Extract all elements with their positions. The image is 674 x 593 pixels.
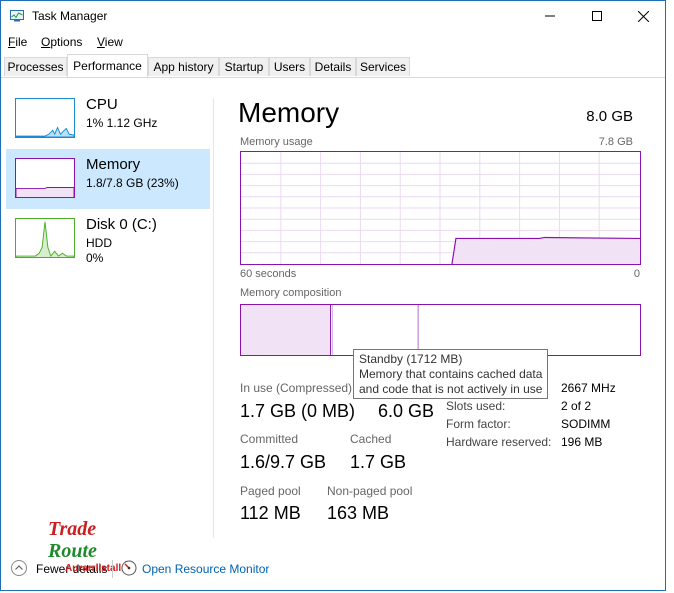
tab-details[interactable]: Details: [310, 57, 356, 76]
tab-services[interactable]: Services: [356, 57, 410, 76]
maximize-icon: [592, 11, 602, 21]
sidebar-item-title: Memory: [86, 156, 141, 173]
sidebar-item-subtitle: HDD: [86, 236, 112, 250]
task-manager-window: Task Manager File Options View Processes…: [0, 0, 666, 591]
trade-route-watermark-logo: Trade Route: [48, 518, 97, 562]
close-button[interactable]: [620, 1, 666, 31]
memory-usage-label: Memory usage: [240, 136, 313, 148]
watermark-line: Aurarrlistalls: [65, 563, 127, 574]
hardware-reserved-label: Hardware reserved:: [446, 435, 552, 449]
form-factor-label: Form factor:: [446, 417, 511, 431]
hardware-reserved-value: 196 MB: [561, 435, 603, 449]
tab-strip: Processes Performance App history Startu…: [1, 54, 665, 78]
available-value: 6.0 GB: [378, 401, 435, 421]
watermark-line: Trade: [48, 518, 97, 540]
chevron-up-icon[interactable]: [11, 560, 27, 576]
speed-value: 2667 MHz: [561, 381, 616, 395]
menu-file[interactable]: File: [8, 35, 27, 49]
minimize-icon: [545, 15, 555, 17]
close-icon: [637, 10, 649, 22]
standby-tooltip: Standby (1712 MB) Memory that contains c…: [353, 349, 548, 399]
tab-processes[interactable]: Processes: [4, 57, 67, 76]
in-use-value: 1.7 GB (0 MB): [240, 401, 356, 421]
tooltip-line: Memory that contains cached data: [359, 367, 543, 381]
maximize-button[interactable]: [574, 1, 620, 31]
sidebar-item-memory[interactable]: Memory 1.8/7.8 GB (23%): [6, 149, 210, 209]
cached-label: Cached: [350, 432, 392, 446]
nonpaged-pool-value: 163 MB: [327, 503, 390, 523]
tab-users[interactable]: Users: [269, 57, 310, 76]
cpu-thumbnail-graph: [15, 98, 75, 138]
paged-pool-value: 112 MB: [240, 503, 301, 523]
sidebar-item-cpu[interactable]: CPU 1% 1.12 GHz: [6, 89, 210, 149]
memory-usage-graph: [240, 151, 641, 265]
menu-options[interactable]: Options: [41, 35, 82, 49]
window-title: Task Manager: [32, 9, 108, 23]
sidebar-item-title: CPU: [86, 96, 118, 113]
sidebar-item-subtitle: 1% 1.12 GHz: [86, 116, 158, 130]
memory-thumbnail-graph: [15, 158, 75, 198]
menu-view[interactable]: View: [97, 35, 123, 49]
slots-used-label: Slots used:: [446, 399, 506, 413]
tab-startup[interactable]: Startup: [219, 57, 269, 76]
cached-value: 1.7 GB: [350, 452, 407, 472]
minimize-button[interactable]: [527, 1, 573, 31]
open-resource-monitor-link[interactable]: Open Resource Monitor: [142, 562, 269, 576]
watermark-line: Route: [48, 540, 97, 562]
task-manager-icon: [10, 10, 24, 22]
tooltip-title: Standby (1712 MB): [359, 352, 463, 366]
time-now-label: 0: [633, 268, 640, 280]
menu-bar: File Options View: [1, 32, 665, 52]
nonpaged-pool-label: Non-paged pool: [327, 484, 413, 498]
sidebar-item-subtitle: 1.8/7.8 GB (23%): [86, 176, 179, 190]
slots-used-value: 2 of 2: [561, 399, 592, 413]
paged-pool-label: Paged pool: [240, 484, 301, 498]
memory-composition-label: Memory composition: [240, 287, 342, 299]
in-use-label: In use (Compressed): [240, 381, 353, 395]
memory-total: 8.0 GB: [586, 108, 633, 125]
sidebar-item-disk[interactable]: Disk 0 (C:) HDD 0%: [6, 209, 210, 269]
tab-performance[interactable]: Performance: [67, 54, 148, 77]
disk-thumbnail-graph: [15, 218, 75, 258]
tab-app-history[interactable]: App history: [148, 57, 219, 76]
page-title: Memory: [238, 97, 340, 128]
committed-label: Committed: [240, 432, 299, 446]
sidebar-divider: [213, 98, 214, 538]
resource-monitor-icon[interactable]: [121, 560, 137, 576]
footer-divider: [112, 560, 113, 578]
watermark-brand-strip: Aurarrlistalls: [65, 563, 127, 574]
time-range-label: 60 seconds: [240, 268, 297, 280]
tooltip-line: and code that is not actively in use: [359, 382, 543, 396]
sidebar-item-subtitle: 0%: [86, 251, 104, 265]
form-factor-value: SODIMM: [561, 417, 611, 431]
memory-usage-max: 7.8 GB: [598, 136, 633, 148]
title-bar[interactable]: Task Manager: [1, 1, 665, 31]
committed-value: 1.6/9.7 GB: [240, 452, 327, 472]
sidebar-item-title: Disk 0 (C:): [86, 216, 157, 233]
